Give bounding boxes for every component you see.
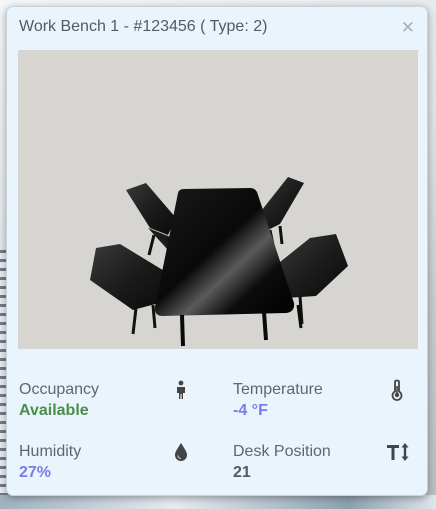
chair-front-left	[90, 244, 166, 335]
close-icon[interactable]: ✕	[401, 18, 415, 38]
occupancy-value: Available	[19, 402, 89, 419]
temperature-value: -4 °F	[233, 402, 268, 419]
person-icon	[170, 379, 192, 401]
temperature-label: Temperature	[233, 381, 323, 398]
desk-3d-view[interactable]	[18, 50, 418, 349]
thermometer-icon	[386, 379, 408, 401]
desk-position-value: 21	[233, 464, 251, 481]
panel-title: Work Bench 1 - #123456 ( Type: 2)	[19, 18, 268, 35]
info-panel: Work Bench 1 - #123456 ( Type: 2) ✕ Occu…	[6, 6, 428, 496]
humidity-label: Humidity	[19, 443, 82, 460]
background-floor	[0, 495, 436, 509]
water-drop-icon	[170, 441, 192, 463]
workbench-model	[90, 177, 348, 347]
occupancy-label: Occupancy	[19, 381, 100, 398]
desk-position-label: Desk Position	[233, 443, 331, 460]
height-adjust-icon	[385, 441, 411, 463]
humidity-value: 27%	[19, 464, 52, 481]
